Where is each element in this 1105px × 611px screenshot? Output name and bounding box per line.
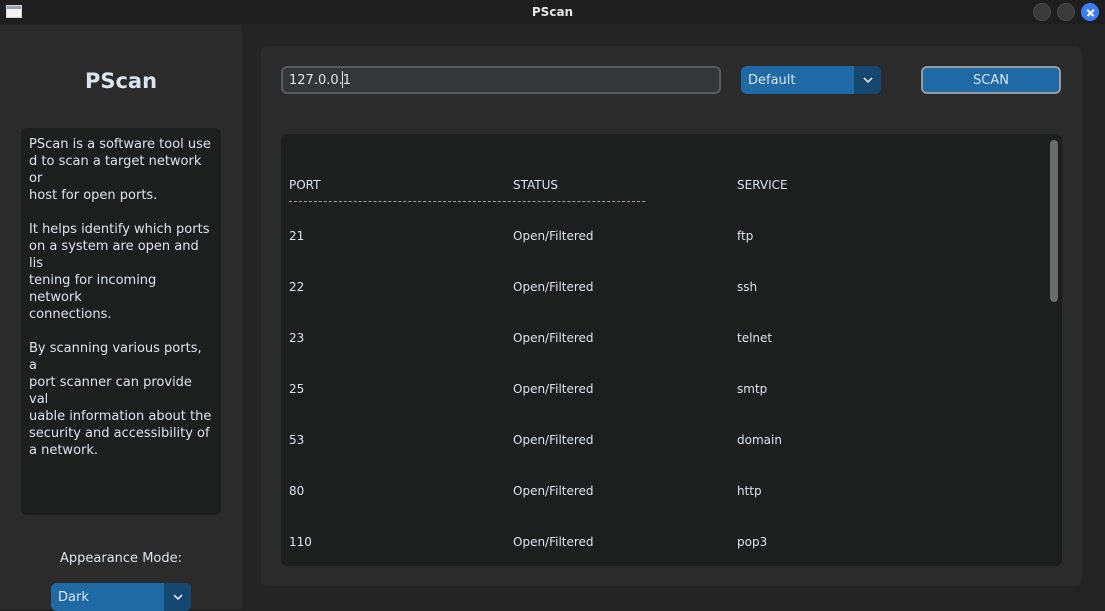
table-row: 80 Open/Filtered http <box>289 484 989 500</box>
results-textbox[interactable] <box>281 134 1062 566</box>
scan-profile-value: Default <box>748 72 796 88</box>
table-row: 25 Open/Filtered smtp <box>289 382 989 398</box>
description-textbox[interactable]: PScan is a software tool use d to scan a… <box>21 128 221 515</box>
results-scrollbar[interactable] <box>1050 140 1058 302</box>
chevron-down-icon[interactable] <box>164 583 191 611</box>
service-cell: domain <box>737 433 782 447</box>
port-header: PORT <box>289 178 321 192</box>
port-cell: 21 <box>289 229 305 243</box>
header-divider <box>289 201 645 202</box>
port-cell: 22 <box>289 280 305 294</box>
sidebar: PScan PScan is a software tool use d to … <box>0 25 242 611</box>
service-cell: pop3 <box>737 535 768 549</box>
chevron-down-icon[interactable] <box>854 66 881 94</box>
text-cursor <box>342 71 343 88</box>
status-header: STATUS <box>513 178 559 192</box>
service-cell: telnet <box>737 331 773 345</box>
service-cell: smtp <box>737 382 768 396</box>
description-text: PScan is a software tool use d to scan a… <box>29 137 212 458</box>
appearance-mode-dropdown[interactable]: Dark <box>51 583 191 611</box>
scan-button[interactable]: SCAN <box>921 66 1061 94</box>
minimize-button[interactable] <box>1033 3 1051 21</box>
status-cell: Open/Filtered <box>513 535 594 549</box>
target-input[interactable] <box>281 66 721 94</box>
status-cell: Open/Filtered <box>513 484 594 498</box>
table-row: 21 Open/Filtered ftp <box>289 229 989 245</box>
port-cell: 80 <box>289 484 305 498</box>
window-title: PScan <box>531 5 574 19</box>
status-cell: Open/Filtered <box>513 331 594 345</box>
app-window-icon <box>6 5 22 18</box>
appearance-mode-value: Dark <box>58 589 89 605</box>
results-header-row: PORT STATUS SERVICE <box>289 178 989 194</box>
port-cell: 25 <box>289 382 305 396</box>
table-row: 110 Open/Filtered pop3 <box>289 535 989 551</box>
service-cell: http <box>737 484 762 498</box>
service-cell: ftp <box>737 229 754 243</box>
table-row: 53 Open/Filtered domain <box>289 433 989 449</box>
scan-profile-dropdown[interactable]: Default <box>741 66 881 94</box>
close-button[interactable] <box>1081 3 1099 21</box>
status-cell: Open/Filtered <box>513 229 594 243</box>
port-cell: 110 <box>289 535 312 549</box>
port-cell: 53 <box>289 433 305 447</box>
maximize-button[interactable] <box>1057 3 1075 21</box>
title-bar: PScan <box>0 0 1105 24</box>
status-cell: Open/Filtered <box>513 433 594 447</box>
appearance-mode-label: Appearance Mode: <box>60 551 182 566</box>
table-row: 23 Open/Filtered telnet <box>289 331 989 347</box>
brand-title: PScan <box>84 69 158 93</box>
table-row: 22 Open/Filtered ssh <box>289 280 989 296</box>
service-cell: ssh <box>737 280 758 294</box>
port-cell: 23 <box>289 331 305 345</box>
status-cell: Open/Filtered <box>513 280 594 294</box>
status-cell: Open/Filtered <box>513 382 594 396</box>
service-header: SERVICE <box>737 178 788 192</box>
